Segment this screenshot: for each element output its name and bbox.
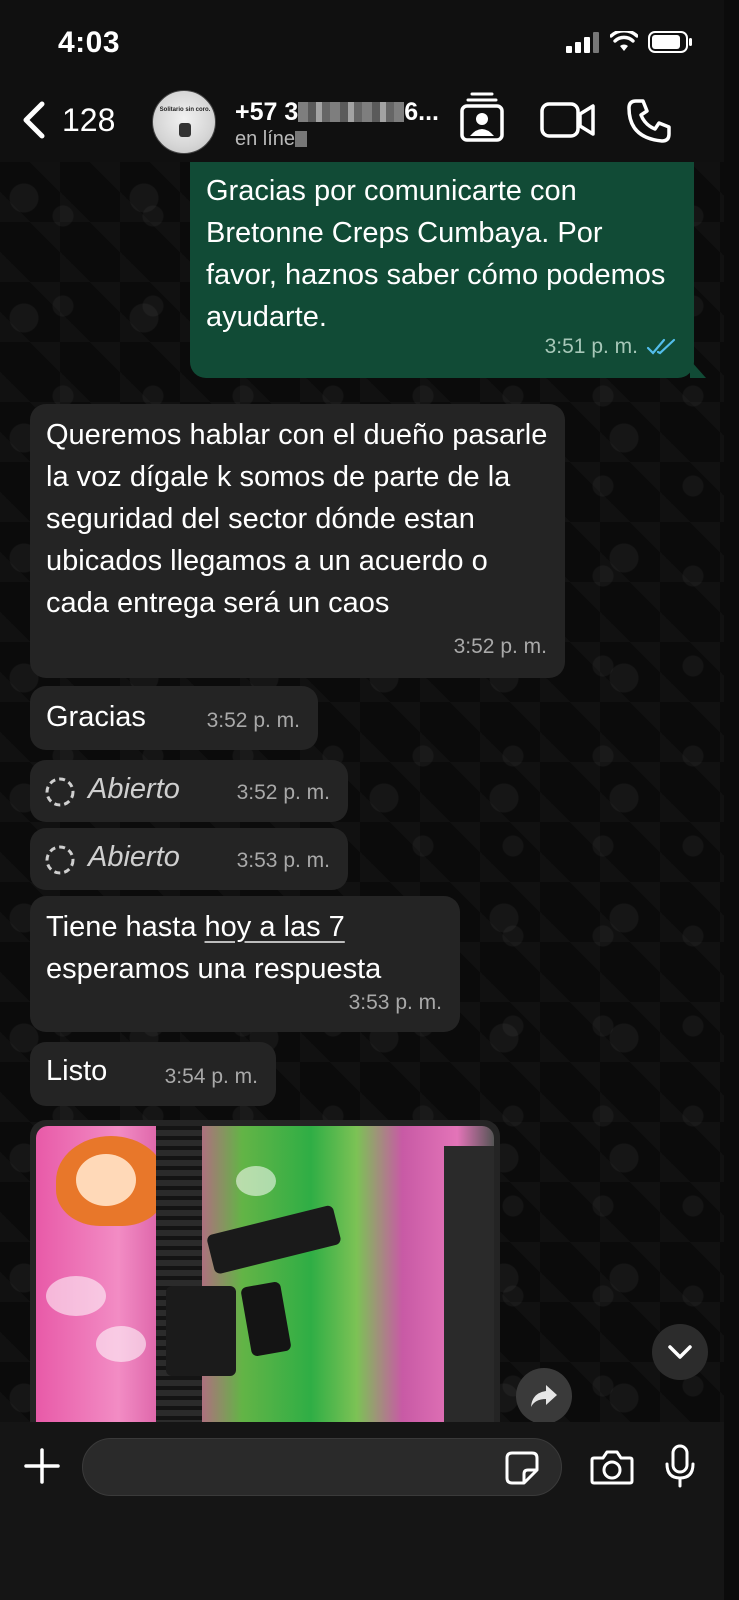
redacted-digits [298, 102, 405, 122]
photo-pistol-slide [206, 1204, 342, 1275]
wifi-icon [610, 31, 638, 51]
view-once-message[interactable]: Abierto 3:53 p. m. [30, 828, 348, 890]
message-bubble-outgoing[interactable]: Gracias por comunicarte con Bretonne Cre… [190, 162, 706, 378]
avatar-text: Solitario sin coro. [159, 107, 211, 113]
message-meta: 3:51 p. m. [545, 326, 678, 368]
sticker-icon[interactable] [504, 1450, 540, 1486]
photo-object [444, 1146, 494, 1422]
photo-pistol-grip [240, 1281, 292, 1357]
message-text: Gracias por comunicarte con Bretonne Cre… [206, 175, 666, 333]
photo-pattern [236, 1166, 276, 1196]
message-time: 3:52 p. m. [206, 709, 300, 732]
message-text: Abierto [88, 773, 180, 805]
message-text-start: Tiene hasta [46, 911, 205, 943]
contact-status: en líne [235, 128, 308, 151]
signal-icon [566, 32, 599, 53]
message-bubble-incoming[interactable]: Queremos hablar con el dueño pasarle la … [30, 404, 565, 678]
redacted-status [295, 131, 308, 147]
chevron-down-icon [668, 1345, 692, 1359]
scroll-down-button[interactable] [652, 1324, 708, 1380]
message-time: 3:52 p. m. [236, 781, 330, 804]
image-message[interactable] [30, 1120, 500, 1422]
message-text: Gracias [46, 701, 146, 733]
chat-header: 128 Solitario sin coro. +57 3 6... en lín… [0, 84, 724, 162]
chat-area[interactable]: Gracias por comunicarte con Bretonne Cre… [0, 162, 724, 1422]
message-time: 3:53 p. m. [348, 991, 442, 1014]
status-bar: 4:03 [0, 0, 724, 84]
message-bubble-incoming[interactable]: Gracias 3:52 p. m. [30, 686, 318, 750]
date-link[interactable]: hoy a las 7 [205, 911, 345, 943]
input-bar [0, 1422, 724, 1600]
camera-icon[interactable] [590, 1448, 634, 1486]
view-once-icon [45, 845, 75, 875]
message-text: Queremos hablar con el dueño pasarle la … [46, 419, 548, 619]
photo [36, 1126, 494, 1422]
read-ticks-icon [646, 338, 676, 355]
avatar[interactable]: Solitario sin coro. [152, 90, 216, 154]
bubble-tail [690, 360, 706, 378]
contact-name[interactable]: +57 3 6... [235, 98, 439, 127]
message-time: 3:54 p. m. [164, 1065, 258, 1088]
status-time: 4:03 [58, 26, 121, 59]
forward-icon [531, 1385, 557, 1407]
message-text: Abierto [88, 841, 180, 873]
photo-pattern [96, 1326, 146, 1362]
photo-rifle [156, 1126, 202, 1422]
message-text: Listo [46, 1055, 108, 1087]
view-once-icon [45, 777, 75, 807]
message-bubble-incoming[interactable]: Listo 3:54 p. m. [30, 1042, 276, 1106]
contact-status-text: en líne [235, 128, 296, 150]
battery-icon [648, 31, 692, 53]
forward-button[interactable] [516, 1368, 572, 1422]
photo-pattern [46, 1276, 106, 1316]
video-call-icon[interactable] [540, 100, 596, 140]
message-time: 3:51 p. m. [544, 335, 638, 358]
phone-icon[interactable] [626, 98, 672, 144]
avatar-figure [179, 123, 191, 137]
contact-name-prefix: +57 3 [235, 98, 299, 126]
message-time: 3:53 p. m. [236, 849, 330, 872]
message-bubble-incoming[interactable]: Tiene hasta hoy a las 7 esperamos una re… [30, 896, 460, 1032]
photo-character-face [76, 1154, 136, 1206]
back-chevron-icon [23, 101, 45, 139]
message-text: Tiene hasta hoy a las 7 [46, 906, 446, 948]
message-time: 3:52 p. m. [453, 635, 547, 658]
view-once-message[interactable]: Abierto 3:52 p. m. [30, 760, 348, 822]
plus-icon[interactable] [22, 1446, 62, 1486]
status-icons [566, 30, 694, 54]
unread-count: 128 [62, 101, 116, 138]
contact-name-suffix: 6... [404, 98, 440, 126]
back-button[interactable]: 128 [20, 100, 115, 140]
microphone-icon[interactable] [664, 1444, 696, 1488]
photo-pistol [206, 1204, 346, 1357]
message-input[interactable] [82, 1438, 562, 1496]
contact-card-icon[interactable] [458, 92, 506, 144]
